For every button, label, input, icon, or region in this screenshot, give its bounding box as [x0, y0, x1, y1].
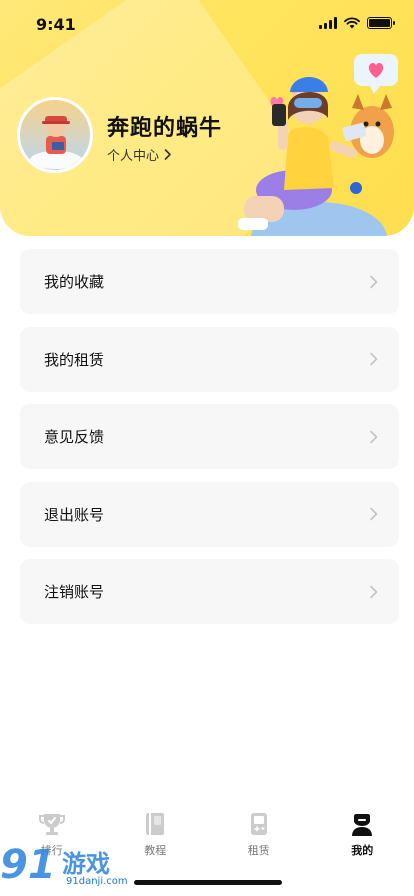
- menu-item-label: 意见反馈: [44, 428, 105, 446]
- profile-screen: 9:41 奔跑的蜗牛 个人中心 我的收藏 我的租赁 意见反馈 退出账号 注销账号…: [0, 0, 414, 896]
- status-time: 9:41: [36, 15, 76, 34]
- profile-center-label: 个人中心: [107, 149, 160, 164]
- chevron-right-icon: [370, 352, 378, 366]
- menu-item-label: 退出账号: [44, 505, 105, 524]
- avatar[interactable]: [17, 97, 93, 173]
- tab-mine[interactable]: 我的: [311, 806, 414, 866]
- tab-label: 教程: [144, 844, 167, 857]
- menu-item-logout[interactable]: 退出账号: [20, 481, 399, 547]
- book-icon: [146, 813, 165, 835]
- chevron-right-icon: [370, 585, 378, 598]
- chevron-right-icon: [370, 507, 378, 521]
- menu-item-label: 我的收藏: [44, 273, 105, 291]
- username: 奔跑的蜗牛: [107, 116, 223, 141]
- chevron-right-icon: [164, 149, 171, 160]
- menu-item-feedback[interactable]: 意见反馈: [20, 404, 399, 469]
- status-icons: [319, 17, 395, 29]
- svg-text:游戏: 游戏: [62, 850, 110, 878]
- status-bar: 9:41: [0, 0, 414, 50]
- tab-rental[interactable]: 租赁: [207, 806, 311, 866]
- menu-item-delete-account[interactable]: 注销账号: [20, 559, 399, 624]
- tab-label: 我的: [351, 844, 374, 857]
- profile-center-link[interactable]: 个人中心: [107, 145, 172, 164]
- chevron-right-icon: [370, 275, 378, 288]
- gamepad-icon: [250, 813, 267, 835]
- menu-item-rentals[interactable]: 我的租赁: [20, 326, 399, 392]
- menu-item-favorites[interactable]: 我的收藏: [20, 249, 399, 314]
- tab-label: 租赁: [247, 844, 270, 857]
- cellular-signal-icon: [319, 17, 337, 29]
- settings-menu: 我的收藏 我的租赁 意见反馈 退出账号 注销账号: [20, 249, 399, 637]
- menu-item-label: 注销账号: [44, 583, 105, 601]
- chevron-right-icon: [370, 430, 378, 443]
- watermark-site: 91danji.com: [66, 876, 128, 887]
- menu-item-label: 我的租赁: [44, 350, 105, 369]
- svg-text:91: 91: [0, 842, 56, 888]
- profile-header: 9:41 奔跑的蜗牛 个人中心: [0, 0, 414, 236]
- wifi-icon: [344, 17, 360, 29]
- header-illustration: [238, 54, 398, 236]
- trophy-icon: [38, 814, 65, 835]
- home-indicator[interactable]: [134, 880, 282, 885]
- battery-icon: [367, 17, 395, 29]
- user-icon: [352, 814, 373, 836]
